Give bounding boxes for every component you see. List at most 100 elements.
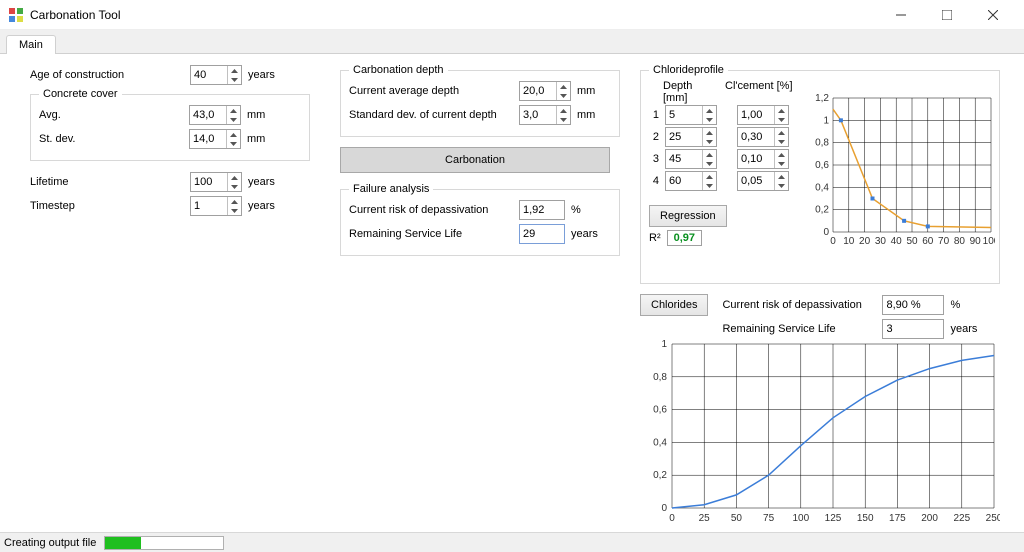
svg-text:60: 60 <box>922 236 934 247</box>
chevron-down-icon[interactable] <box>775 115 788 124</box>
svg-text:70: 70 <box>938 236 950 247</box>
age-unit: years <box>248 69 275 81</box>
lifetime-input[interactable] <box>190 172 242 192</box>
chevron-down-icon[interactable] <box>557 91 570 100</box>
chevron-up-icon[interactable] <box>775 150 788 159</box>
svg-text:0: 0 <box>823 227 829 238</box>
svg-text:1,2: 1,2 <box>815 94 829 104</box>
carbonation-depth-legend: Carbonation depth <box>349 64 448 76</box>
chevron-down-icon[interactable] <box>228 75 241 84</box>
chevron-up-icon[interactable] <box>227 106 240 115</box>
svg-text:150: 150 <box>857 513 874 524</box>
chevron-up-icon[interactable] <box>228 173 241 182</box>
lifetime-label: Lifetime <box>30 176 190 188</box>
chevron-down-icon[interactable] <box>775 181 788 190</box>
avg-input[interactable] <box>189 105 241 125</box>
svg-text:80: 80 <box>954 236 966 247</box>
svg-text:0,8: 0,8 <box>653 372 667 383</box>
carb-avg-label: Current average depth <box>349 85 519 97</box>
svg-text:100: 100 <box>792 513 809 524</box>
fail-rsl-value[interactable] <box>519 224 565 244</box>
chevron-down-icon[interactable] <box>775 137 788 146</box>
chevron-up-icon[interactable] <box>703 128 716 137</box>
carb-std-label: Standard dev. of current depth <box>349 109 519 121</box>
content-area: Age of construction years Concrete cover… <box>0 54 1024 532</box>
status-text: Creating output file <box>4 537 96 549</box>
chevron-down-icon[interactable] <box>557 115 570 124</box>
std-input[interactable] <box>189 129 241 149</box>
maximize-button[interactable] <box>924 0 970 30</box>
chl-value-input[interactable] <box>737 149 789 169</box>
chevron-up-icon[interactable] <box>775 106 788 115</box>
std-unit: mm <box>247 133 265 145</box>
chl-value-input[interactable] <box>737 171 789 191</box>
svg-text:1: 1 <box>823 115 829 126</box>
close-button[interactable] <box>970 0 1016 30</box>
regression-button[interactable]: Regression <box>649 205 727 227</box>
chl-risk-label: Current risk of depassivation <box>722 299 882 311</box>
chevron-down-icon[interactable] <box>227 139 240 148</box>
failure-analysis-group: Failure analysis Current risk of depassi… <box>340 183 620 256</box>
chloride-profile-group: Chlorideprofile Depth [mm] Cl'cement [%]… <box>640 64 1000 284</box>
chevron-up-icon[interactable] <box>775 172 788 181</box>
chevron-down-icon[interactable] <box>703 115 716 124</box>
chloride-profile-legend: Chlorideprofile <box>649 64 728 76</box>
avg-label: Avg. <box>39 109 189 121</box>
window-title: Carbonation Tool <box>30 8 878 22</box>
chevron-down-icon[interactable] <box>775 159 788 168</box>
chl-row-index: 2 <box>649 131 659 143</box>
chevron-up-icon[interactable] <box>703 172 716 181</box>
svg-text:0,4: 0,4 <box>653 437 667 448</box>
svg-text:20: 20 <box>859 236 871 247</box>
chl-depth-input[interactable] <box>665 127 717 147</box>
svg-text:0,4: 0,4 <box>815 182 829 193</box>
chlorides-button[interactable]: Chlorides <box>640 294 708 316</box>
fail-risk-value[interactable] <box>519 200 565 220</box>
svg-text:75: 75 <box>763 513 775 524</box>
chevron-down-icon[interactable] <box>228 182 241 191</box>
chl-value-input[interactable] <box>737 105 789 125</box>
chl-depth-input[interactable] <box>665 149 717 169</box>
fail-risk-label: Current risk of depassivation <box>349 204 519 216</box>
chevron-up-icon[interactable] <box>703 106 716 115</box>
tab-main[interactable]: Main <box>6 35 56 54</box>
failure-analysis-legend: Failure analysis <box>349 183 433 195</box>
chevron-up-icon[interactable] <box>227 130 240 139</box>
svg-text:0,6: 0,6 <box>815 160 829 171</box>
chl-row-index: 4 <box>649 175 659 187</box>
chevron-down-icon[interactable] <box>703 181 716 190</box>
carb-avg-input[interactable] <box>519 81 571 101</box>
chevron-up-icon[interactable] <box>775 128 788 137</box>
carbonation-button[interactable]: Carbonation <box>340 147 610 173</box>
chevron-up-icon[interactable] <box>557 106 570 115</box>
age-input[interactable] <box>190 65 242 85</box>
svg-text:40: 40 <box>891 236 903 247</box>
svg-text:0,2: 0,2 <box>653 470 667 481</box>
svg-text:25: 25 <box>699 513 711 524</box>
concrete-cover-legend: Concrete cover <box>39 88 122 100</box>
chevron-down-icon[interactable] <box>703 159 716 168</box>
chl-risk-value[interactable] <box>882 295 944 315</box>
chl-depth-input[interactable] <box>665 171 717 191</box>
chl-risk-unit: % <box>950 299 960 311</box>
chevron-up-icon[interactable] <box>703 150 716 159</box>
chl-value-input[interactable] <box>737 127 789 147</box>
chevron-up-icon[interactable] <box>228 197 241 206</box>
svg-text:0,8: 0,8 <box>815 138 829 149</box>
minimize-button[interactable] <box>878 0 924 30</box>
chevron-down-icon[interactable] <box>228 206 241 215</box>
chevron-down-icon[interactable] <box>703 137 716 146</box>
fail-rsl-label: Remaining Service Life <box>349 228 519 240</box>
chl-depth-input[interactable] <box>665 105 717 125</box>
carb-std-unit: mm <box>577 109 595 121</box>
chevron-up-icon[interactable] <box>228 66 241 75</box>
chl-rsl-value[interactable] <box>882 319 944 339</box>
timestep-input[interactable] <box>190 196 242 216</box>
chevron-up-icon[interactable] <box>557 82 570 91</box>
status-bar: Creating output file <box>0 532 1024 552</box>
chl-row-index: 3 <box>649 153 659 165</box>
svg-text:50: 50 <box>906 236 918 247</box>
carb-std-input[interactable] <box>519 105 571 125</box>
chevron-down-icon[interactable] <box>227 115 240 124</box>
tab-strip: Main <box>0 30 1024 54</box>
